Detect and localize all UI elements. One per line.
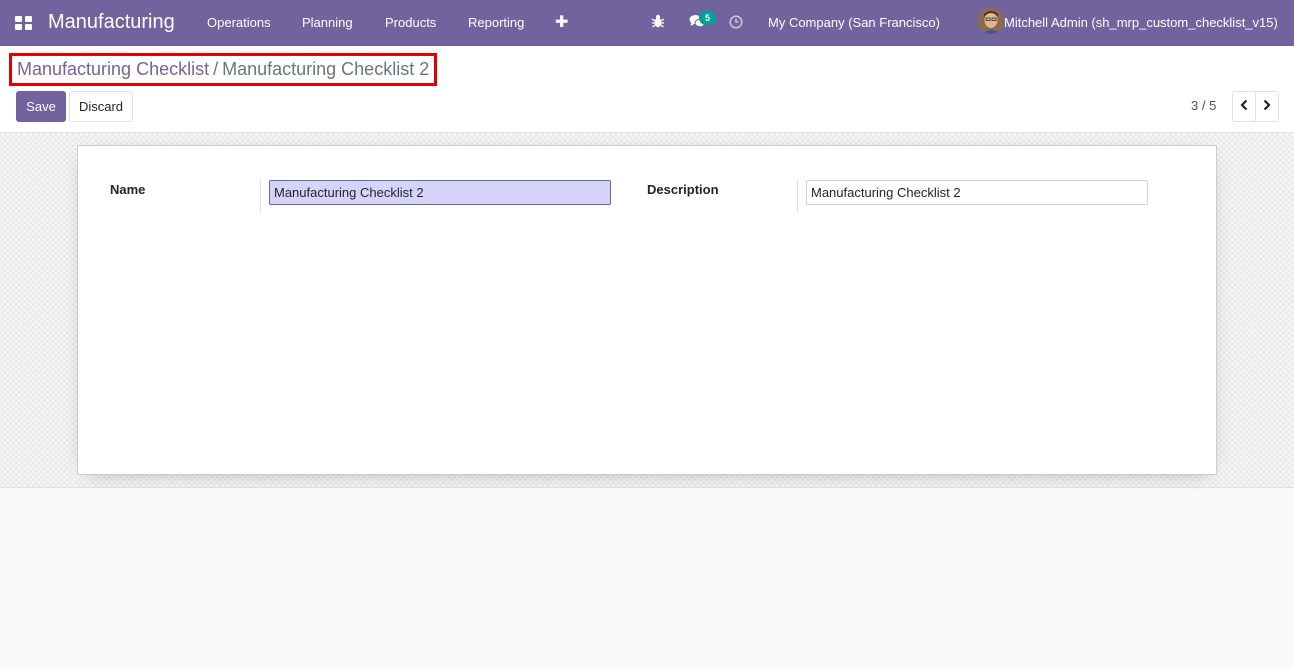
- breadcrumb-parent-link[interactable]: Manufacturing Checklist: [17, 59, 209, 80]
- breadcrumb-separator: /: [213, 59, 219, 79]
- menu-operations[interactable]: Operations: [207, 15, 271, 30]
- name-field[interactable]: [269, 180, 611, 205]
- save-button[interactable]: Save: [16, 91, 66, 122]
- user-menu[interactable]: Mitchell Admin (sh_mrp_custom_checklist_…: [1004, 15, 1278, 30]
- divider: [260, 180, 261, 213]
- form-sheet: Name Description: [77, 145, 1217, 475]
- menu-planning[interactable]: Planning: [302, 15, 353, 30]
- pager-value[interactable]: 3 / 5: [1191, 98, 1216, 113]
- divider: [797, 180, 798, 213]
- avatar[interactable]: [978, 8, 1004, 34]
- top-navbar: Manufacturing Operations Planning Produc…: [0, 0, 1294, 46]
- control-panel: Manufacturing Checklist / Manufacturing …: [0, 46, 1294, 133]
- discard-button[interactable]: Discard: [69, 91, 133, 122]
- chevron-left-icon: [1240, 99, 1248, 114]
- chevron-right-icon: [1263, 99, 1271, 114]
- description-field[interactable]: [806, 180, 1148, 205]
- pager-previous-button[interactable]: [1232, 91, 1256, 122]
- breadcrumb: Manufacturing Checklist / Manufacturing …: [9, 53, 437, 86]
- menu-reporting[interactable]: Reporting: [468, 15, 524, 30]
- name-label: Name: [110, 182, 146, 197]
- pager-next-button[interactable]: [1255, 91, 1279, 122]
- breadcrumb-current: Manufacturing Checklist 2: [222, 59, 430, 79]
- bug-icon[interactable]: [651, 13, 665, 32]
- apps-icon[interactable]: [15, 16, 32, 30]
- plus-icon[interactable]: ✚: [555, 12, 568, 32]
- app-title[interactable]: Manufacturing: [48, 11, 175, 34]
- messages-badge: 5: [699, 11, 716, 25]
- company-switcher[interactable]: My Company (San Francisco): [768, 15, 940, 30]
- description-label: Description: [647, 182, 719, 197]
- menu-products[interactable]: Products: [385, 15, 436, 30]
- clock-icon[interactable]: [729, 15, 743, 32]
